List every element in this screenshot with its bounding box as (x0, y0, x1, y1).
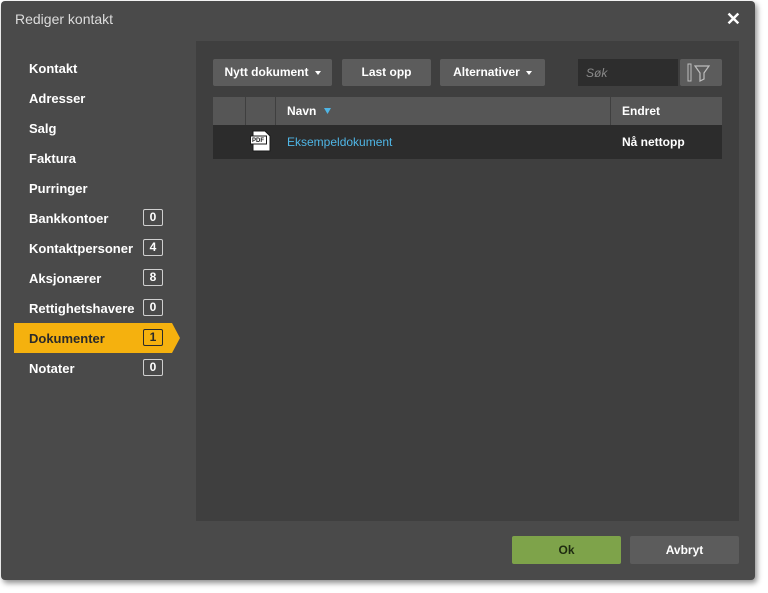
count-badge: 4 (143, 239, 163, 256)
documents-panel: Nytt dokument Last opp Alternativer Navn (196, 41, 739, 521)
new-document-button[interactable]: Nytt dokument (213, 59, 332, 86)
ok-button[interactable]: Ok (512, 536, 621, 564)
edit-contact-dialog: Rediger kontakt ✕ Kontakt Adresser Salg … (1, 1, 755, 580)
count-badge: 0 (143, 299, 163, 316)
column-divider (275, 97, 276, 125)
sidebar-item-kontakt[interactable]: Kontakt (14, 53, 194, 83)
sidebar-item-label: Dokumenter (29, 331, 105, 346)
count-badge: 0 (143, 209, 163, 226)
sidebar-item-kontaktpersoner[interactable]: Kontaktpersoner 4 (14, 233, 194, 263)
sidebar-nav: Kontakt Adresser Salg Faktura Purringer … (14, 53, 194, 383)
column-header-name[interactable]: Navn (287, 97, 332, 125)
sidebar-item-label: Kontakt (29, 61, 78, 76)
sidebar-item-rettighetshavere[interactable]: Rettighetshavere 0 (14, 293, 194, 323)
filter-button[interactable] (680, 59, 722, 86)
column-header-changed-label: Endret (622, 104, 661, 118)
dialog-title: Rediger kontakt (15, 11, 114, 27)
count-badge: 1 (143, 329, 163, 346)
sidebar-item-purringer[interactable]: Purringer (14, 173, 194, 203)
sidebar-item-label: Adresser (29, 91, 86, 106)
upload-label: Last opp (361, 65, 412, 79)
sidebar-item-bankkontoer[interactable]: Bankkontoer 0 (14, 203, 194, 233)
caret-down-icon (314, 70, 321, 75)
sidebar-item-salg[interactable]: Salg (14, 113, 194, 143)
search-input[interactable] (578, 59, 678, 86)
sidebar-item-label: Rettighetshavere (29, 301, 135, 316)
new-document-label: Nytt dokument (224, 65, 309, 79)
cancel-label: Avbryt (665, 543, 704, 557)
cancel-button[interactable]: Avbryt (630, 536, 739, 564)
sidebar-item-label: Kontaktpersoner (29, 241, 134, 256)
sidebar-item-dokumenter[interactable]: Dokumenter 1 (14, 323, 180, 353)
document-name-cell: Eksempeldokument (287, 125, 392, 159)
close-icon[interactable]: ✕ (726, 9, 741, 30)
upload-button[interactable]: Last opp (342, 59, 431, 86)
sidebar-item-adresser[interactable]: Adresser (14, 83, 194, 113)
sidebar-item-faktura[interactable]: Faktura (14, 143, 194, 173)
pdf-file-icon: PDF (250, 130, 272, 152)
column-divider (245, 97, 246, 125)
documents-table: Navn Endret PDF Eksempeldokument Nå nett… (213, 97, 722, 159)
sidebar-item-aksjonaerer[interactable]: Aksjonærer 8 (14, 263, 194, 293)
document-changed-cell: Nå nettopp (622, 135, 685, 149)
column-header-changed[interactable]: Endret (622, 97, 660, 125)
column-divider (610, 97, 611, 125)
options-label: Alternativer (453, 65, 520, 79)
options-button[interactable]: Alternativer (440, 59, 545, 86)
table-header: Navn Endret (213, 97, 722, 125)
column-header-name-label: Navn (287, 104, 317, 118)
file-type-label: PDF (252, 138, 264, 144)
count-badge: 0 (143, 359, 163, 376)
count-badge: 8 (143, 269, 163, 286)
sidebar-item-notater[interactable]: Notater 0 (14, 353, 194, 383)
sidebar-item-label: Purringer (29, 181, 88, 196)
document-name-link[interactable]: Eksempeldokument (287, 135, 392, 149)
sidebar-item-label: Faktura (29, 151, 76, 166)
triangle-down-icon (323, 108, 331, 114)
funnel-icon (687, 63, 711, 82)
caret-down-icon (525, 70, 532, 75)
sidebar-item-label: Notater (29, 361, 75, 376)
table-row[interactable]: PDF Eksempeldokument Nå nettopp (213, 125, 722, 159)
ok-label: Ok (558, 543, 575, 557)
sidebar-item-label: Bankkontoer (29, 211, 109, 226)
dialog-titlebar: Rediger kontakt ✕ (1, 1, 755, 39)
sidebar-item-label: Salg (29, 121, 57, 136)
sidebar-item-label: Aksjonærer (29, 271, 102, 286)
